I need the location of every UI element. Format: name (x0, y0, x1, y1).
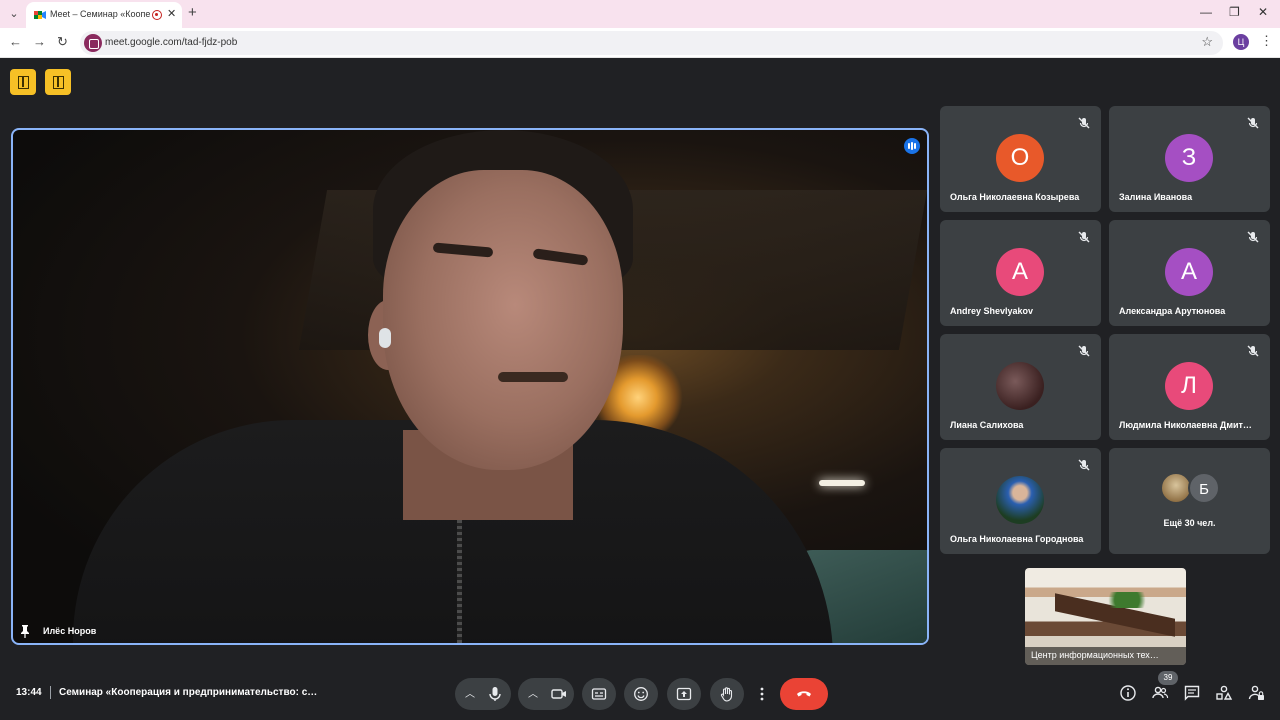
hang-up-icon (797, 691, 811, 697)
captions-icon (591, 688, 607, 700)
meet-favicon-icon (34, 11, 46, 19)
self-view-plants (1097, 592, 1157, 608)
recording-icon (152, 10, 162, 20)
participant-name: Александра Арутюнова (1119, 306, 1226, 316)
meeting-details-icon[interactable] (1119, 684, 1137, 702)
speaker-name: Илёс Норов (43, 626, 97, 636)
browser-tab-bar: ⌄ Meet – Семинар «Коопер ✕ + — ❐ ✕ (0, 0, 1280, 28)
main-video-tile[interactable]: Илёс Норов (11, 128, 929, 645)
back-icon[interactable]: ← (9, 34, 22, 49)
companion-icon[interactable] (45, 69, 71, 95)
participant-avatar: Б (1188, 472, 1220, 504)
present-button[interactable] (667, 678, 701, 710)
new-tab-icon[interactable]: + (188, 4, 197, 21)
profile-avatar[interactable]: Ц (1233, 34, 1249, 50)
mic-off-icon (1247, 231, 1259, 243)
mic-off-icon (1247, 345, 1259, 357)
close-window-icon[interactable]: ✕ (1258, 5, 1268, 19)
restore-icon[interactable]: ❐ (1229, 5, 1240, 19)
participant-name: Andrey Shevlyakov (950, 306, 1034, 316)
site-info-icon[interactable] (84, 34, 102, 52)
participant-avatar: А (1165, 248, 1213, 296)
more-participants-tile[interactable]: Б Ещё 30 чел. (1109, 448, 1270, 554)
hand-icon (720, 687, 733, 702)
host-controls-icon[interactable] (1247, 684, 1265, 702)
raise-hand-button[interactable] (710, 678, 744, 710)
emoji-icon (634, 687, 648, 701)
participant-name: Залина Иванова (1119, 192, 1193, 202)
participant-name: Лиана Салихова (950, 420, 1024, 430)
participant-tile[interactable]: А Александра Арутюнова (1109, 220, 1270, 326)
tab-title: Meet – Семинар «Коопер (50, 9, 150, 19)
participant-tile[interactable]: Лиана Салихова (940, 334, 1101, 440)
minimize-icon[interactable]: — (1200, 5, 1212, 19)
leave-call-button[interactable] (780, 678, 828, 710)
mic-control[interactable]: ︿ (455, 678, 511, 710)
pin-icon[interactable] (19, 624, 31, 638)
more-options-button[interactable] (752, 678, 772, 710)
browser-menu-icon[interactable]: ⋮ (1260, 33, 1273, 49)
browser-tab[interactable]: Meet – Семинар «Коопер ✕ (26, 2, 182, 28)
participant-tile[interactable]: З Залина Иванова (1109, 106, 1270, 212)
participant-name: Ольга Николаевна Козырева (950, 192, 1080, 202)
mic-off-icon (1078, 459, 1090, 471)
address-bar-row: ← → ↻ meet.google.com/tad-fjdz-pob ☆ Ц ⋮ (0, 28, 1280, 58)
participant-name: Ольга Николаевна Городнова (950, 534, 1084, 544)
more-vert-icon (760, 687, 764, 701)
participant-tile[interactable]: О Ольга Николаевна Козырева (940, 106, 1101, 212)
clock: 13:44 (16, 687, 42, 698)
camera-icon[interactable] (551, 686, 567, 702)
meeting-notes-icon[interactable] (10, 69, 36, 95)
mic-icon[interactable] (488, 686, 502, 702)
speaking-indicator-icon (904, 138, 920, 154)
omnibox[interactable]: meet.google.com/tad-fjdz-pob ☆ (80, 31, 1223, 55)
self-view-tile[interactable]: Центр информационных тех… (1025, 568, 1186, 665)
forward-icon[interactable]: → (33, 34, 46, 49)
participant-tile[interactable]: A Andrey Shevlyakov (940, 220, 1101, 326)
close-tab-icon[interactable]: ✕ (167, 7, 176, 20)
present-screen-icon (676, 687, 692, 701)
chat-icon[interactable] (1183, 684, 1201, 702)
caret-up-icon[interactable]: ︿ (465, 685, 475, 700)
more-participants-label: Ещё 30 чел. (1163, 518, 1216, 528)
participant-avatar: A (996, 248, 1044, 296)
bookmark-star-icon[interactable]: ☆ (1201, 34, 1213, 50)
url-text: meet.google.com/tad-fjdz-pob (105, 37, 238, 48)
meeting-title[interactable]: Семинар «Кооперация и предпринимательств… (59, 687, 329, 698)
caret-up-icon[interactable]: ︿ (528, 685, 538, 700)
reload-icon[interactable]: ↻ (57, 34, 68, 50)
camera-control[interactable]: ︿ (518, 678, 574, 710)
participant-avatar: О (996, 134, 1044, 182)
captions-button[interactable] (582, 678, 616, 710)
mic-off-icon (1078, 117, 1090, 129)
participant-avatar: З (1165, 134, 1213, 182)
participant-photo-avatar (996, 362, 1044, 410)
participant-photo-avatar (996, 476, 1044, 524)
tab-search-icon[interactable]: ⌄ (6, 6, 22, 22)
video-speaker (73, 130, 833, 643)
participant-tile[interactable]: Л Людмила Николаевна Дмит… (1109, 334, 1270, 440)
mic-off-icon (1247, 117, 1259, 129)
people-icon[interactable] (1151, 684, 1169, 702)
activities-icon[interactable] (1215, 684, 1233, 702)
self-view-label: Центр информационных тех… (1025, 647, 1186, 665)
reactions-button[interactable] (624, 678, 658, 710)
mic-off-icon (1078, 231, 1090, 243)
divider (50, 686, 51, 699)
participant-avatar: Л (1165, 362, 1213, 410)
participant-name: Людмила Николаевна Дмит… (1119, 420, 1252, 430)
participant-count-badge: 39 (1158, 671, 1178, 685)
participant-tile[interactable]: Ольга Николаевна Городнова (940, 448, 1101, 554)
mic-off-icon (1078, 345, 1090, 357)
